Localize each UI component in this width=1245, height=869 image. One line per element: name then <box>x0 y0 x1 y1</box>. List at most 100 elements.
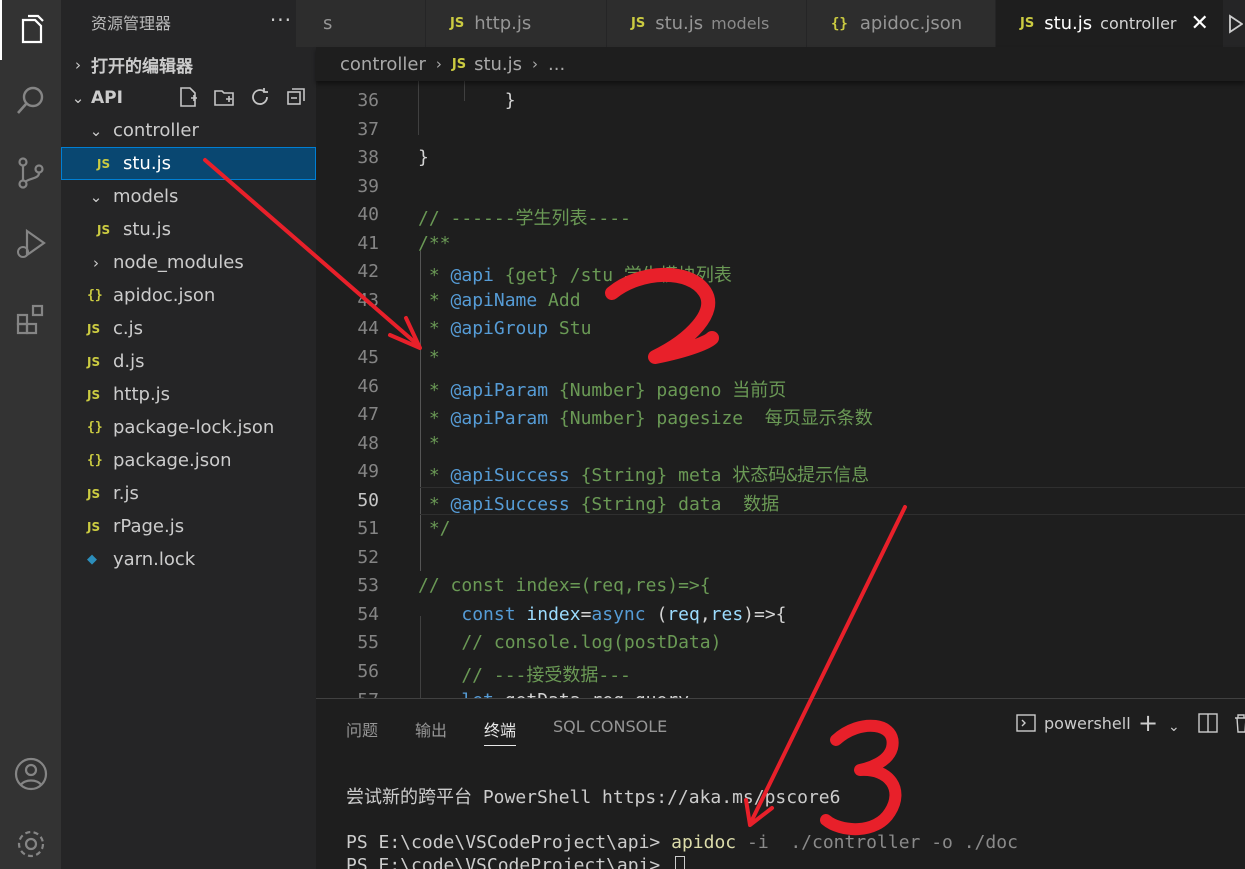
trash-icon[interactable] <box>1234 713 1245 733</box>
line-number: 37 <box>357 118 379 140</box>
tree-item-label: controller <box>113 120 199 141</box>
code-line: let getData=req.query <box>418 690 689 698</box>
code-token: )=>{ <box>743 603 787 625</box>
js-file-icon: JS <box>450 16 465 31</box>
line-number: 43 <box>357 289 379 311</box>
new-file-icon[interactable] <box>175 84 201 110</box>
tab-apidoc-json[interactable]: {} apidoc.json <box>807 0 996 47</box>
code-token: * <box>418 493 451 515</box>
code-line: * @api {get} /stu 学生模块列表 <box>418 261 732 287</box>
code-token: ( <box>645 603 668 625</box>
code-token: Stu <box>548 318 592 340</box>
tab-terminal[interactable]: 终端 <box>484 717 517 746</box>
terminal-panel: 问题 输出 终端 SQL CONSOLE powershell + ⌄ 尝试新的… <box>316 698 1245 869</box>
tab-problems[interactable]: 问题 <box>346 717 378 741</box>
tab-partial[interactable]: s <box>296 0 426 47</box>
code-token: @apiGroup <box>450 318 549 340</box>
add-terminal-icon[interactable]: + <box>1138 709 1158 737</box>
tree-item[interactable]: JS c.js <box>61 312 316 345</box>
tree-item[interactable]: JS stu.js <box>61 213 316 246</box>
code-token: {get} /stu 学生模块列表 <box>493 265 732 287</box>
tab-output[interactable]: 输出 <box>415 717 447 741</box>
account-icon[interactable] <box>0 744 61 804</box>
tree-item[interactable]: JS r.js <box>61 477 316 510</box>
open-editors-section[interactable]: › 打开的编辑器 <box>61 48 316 81</box>
tree-item[interactable]: JS http.js <box>61 378 316 411</box>
close-icon[interactable]: ✕ <box>1190 11 1208 36</box>
explorer-icon[interactable] <box>0 0 61 60</box>
js-file-icon: JS <box>1020 16 1035 31</box>
tree-item-label: stu.js <box>123 219 171 240</box>
tab-label: stu.js <box>1044 13 1093 34</box>
tree-item[interactable]: {} package.json <box>61 444 316 477</box>
chevron-down-icon: ⌄ <box>89 121 103 140</box>
breadcrumb-file[interactable]: stu.js <box>474 54 522 75</box>
source-control-icon[interactable] <box>0 143 61 203</box>
tab-description: controller <box>1100 14 1177 33</box>
chevron-right-icon: › <box>435 55 442 73</box>
new-folder-icon[interactable] <box>211 84 237 110</box>
tree-item-label: stu.js <box>123 153 171 174</box>
tab-stu-js-controller[interactable]: JS stu.js controller ✕ <box>996 0 1224 47</box>
line-number: 47 <box>357 404 379 426</box>
chevron-down-icon: ⌄ <box>71 88 85 107</box>
code-token: * <box>418 318 451 340</box>
tree-item[interactable]: ⌄ models <box>61 180 316 213</box>
code-token: * <box>418 379 451 401</box>
tree-item[interactable]: {} package-lock.json <box>61 411 316 444</box>
collapse-all-icon[interactable] <box>283 84 309 110</box>
code-line: * @apiSuccess {String} meta 状态码&提示信息 <box>418 461 869 487</box>
code-line: // ------学生列表---- <box>418 204 631 230</box>
breadcrumb-more[interactable]: ... <box>548 54 565 75</box>
code-token: // ---接受数据--- <box>418 665 631 686</box>
line-number: 41 <box>357 232 379 254</box>
terminal-selector[interactable]: powershell <box>1016 713 1131 733</box>
tree-item[interactable]: ◆ yarn.lock <box>61 543 316 576</box>
js-file-icon: JS <box>87 387 101 402</box>
run-debug-icon[interactable] <box>0 213 61 273</box>
chevron-down-icon[interactable]: ⌄ <box>1168 719 1180 735</box>
line-number: 54 <box>357 603 379 625</box>
explorer-header: 资源管理器 ··· <box>61 0 316 44</box>
js-file-icon: JS <box>87 486 101 501</box>
tab-label: apidoc.json <box>859 13 963 34</box>
json-file-icon: {} <box>87 453 103 468</box>
terminal-icon <box>1016 714 1036 732</box>
tree-item-label: c.js <box>113 318 143 339</box>
tree-item[interactable]: ⌄ controller <box>61 114 316 147</box>
settings-gear-icon[interactable] <box>0 814 61 869</box>
line-number: 53 <box>357 575 379 597</box>
code-token: index <box>526 603 581 625</box>
terminal-args: -i ./controller -o ./doc <box>736 832 1018 853</box>
tree-item[interactable]: {} apidoc.json <box>61 279 316 312</box>
code-editor[interactable]: 36 } 37 38} 39 40 // ------学生列表---- 41 /** 42 * … <box>316 81 1245 698</box>
split-terminal-icon[interactable] <box>1198 713 1218 733</box>
tab-stu-js-models[interactable]: JS stu.js models <box>607 0 807 47</box>
code-token: @apiSuccess <box>450 493 570 515</box>
tab-http-js[interactable]: JS http.js <box>426 0 607 47</box>
refresh-icon[interactable] <box>247 84 273 110</box>
terminal-prompt: PS E:\code\VSCodeProject\api> <box>346 855 672 869</box>
more-actions-icon[interactable]: ··· <box>270 8 292 32</box>
tree-item[interactable]: › node_modules <box>61 246 316 279</box>
code-token: * <box>418 432 440 454</box>
code-line: * <box>418 347 440 368</box>
code-token: @apiParam <box>450 408 549 430</box>
code-line: * @apiSuccess {String} data 数据 <box>418 490 779 516</box>
breadcrumb-folder[interactable]: controller <box>340 54 426 75</box>
tree-item-label: package.json <box>113 450 232 471</box>
code-token: /** <box>418 232 451 254</box>
run-icon[interactable] <box>1224 0 1245 47</box>
tree-item[interactable]: JS d.js <box>61 345 316 378</box>
code-token: * <box>418 465 451 487</box>
activity-bar <box>0 0 61 869</box>
tree-item[interactable]: JS stu.js <box>61 147 316 180</box>
tree-item[interactable]: JS rPage.js <box>61 510 316 543</box>
json-file-icon: {} <box>87 420 103 435</box>
tab-sql-console[interactable]: SQL CONSOLE <box>553 717 667 736</box>
search-icon[interactable] <box>0 70 61 130</box>
extensions-icon[interactable] <box>0 289 61 349</box>
terminal-line: 尝试新的跨平台 PowerShell https://aka.ms/pscore… <box>346 787 841 808</box>
tree-item-label: models <box>113 186 179 207</box>
code-token: {String} data 数据 <box>569 493 780 515</box>
